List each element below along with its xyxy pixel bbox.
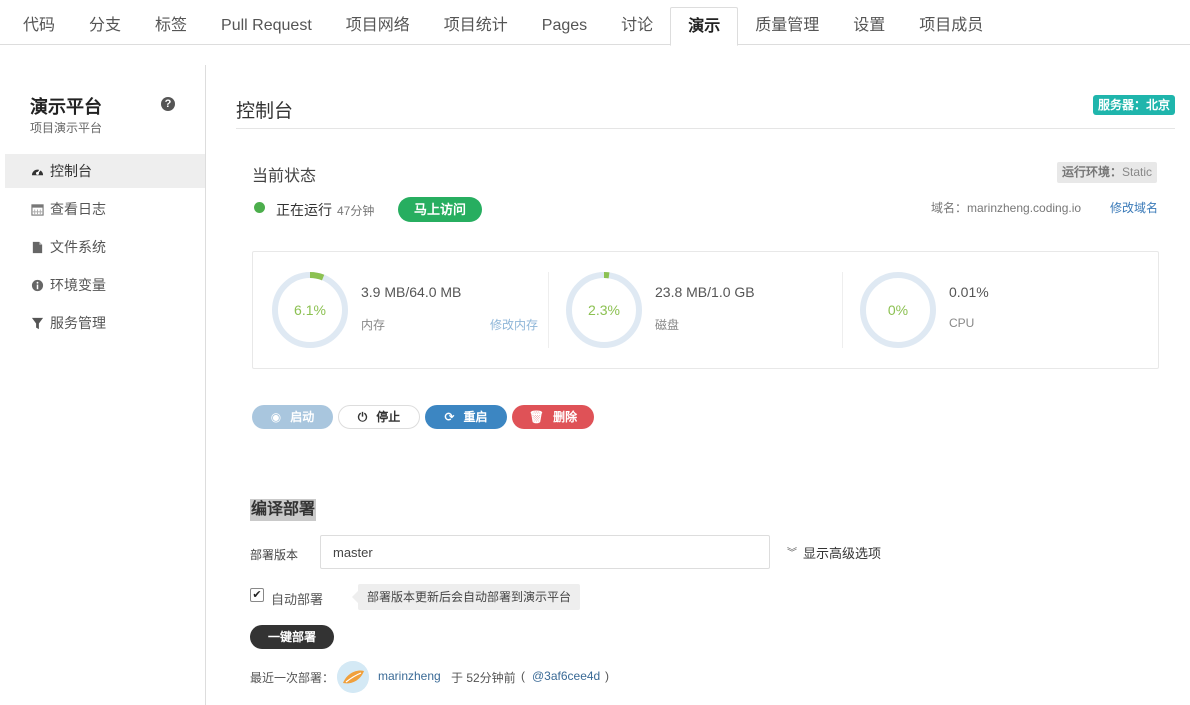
visit-now-button[interactable]: 马上访问 [398, 197, 482, 222]
last-deploy-label: 最近一次部署： [250, 671, 335, 685]
tab-branches[interactable]: 分支 [72, 7, 138, 45]
disk-stat: 2.3% 23.8 MB/1.0 GB 磁盘 [547, 252, 841, 368]
disk-label: 磁盘 [655, 318, 680, 332]
start-button[interactable]: ◉ 启动 [252, 405, 333, 429]
sidebar-item-env-vars[interactable]: 环境变量 [5, 268, 205, 302]
running-status-text: 正在运行 [276, 202, 332, 218]
tab-quality[interactable]: 质量管理 [738, 7, 836, 45]
env-badge-value: Static [1122, 165, 1153, 179]
resource-stats-panel: 6.1% 3.9 MB/64.0 MB 内存 修改内存 2.3% 23.8 MB… [252, 251, 1159, 369]
filter-icon [31, 317, 44, 330]
running-status-dot [254, 202, 265, 213]
tab-statistics[interactable]: 项目统计 [427, 7, 525, 45]
cpu-label: CPU [949, 316, 975, 330]
sidebar-item-label: 文件系统 [50, 239, 106, 255]
env-badge: 运行环境：Static [1057, 162, 1158, 183]
cpu-value: 0.01% [949, 284, 989, 300]
page-title: 控制台 [236, 101, 294, 122]
sidebar-item-console[interactable]: 控制台 [5, 154, 205, 188]
show-advanced-options-link[interactable]: 显示高级选项 [803, 543, 881, 562]
memory-stat: 6.1% 3.9 MB/64.0 MB 内存 修改内存 [253, 252, 548, 368]
tab-tags[interactable]: 标签 [138, 7, 204, 45]
memory-value: 3.9 MB/64.0 MB [361, 284, 462, 300]
restart-button[interactable]: ⟳ 重启 [425, 405, 507, 429]
paren-open: ( [521, 669, 525, 683]
tab-pull-request[interactable]: Pull Request [204, 7, 329, 45]
server-badge: 服务器：北京 [1093, 95, 1176, 115]
last-deploy-user-link[interactable]: marinzheng [378, 669, 441, 683]
avatar-image [337, 661, 369, 693]
info-circle-icon [31, 279, 44, 292]
title-divider [236, 128, 1175, 129]
tab-members[interactable]: 项目成员 [902, 7, 1000, 45]
uptime-text: 47分钟 [337, 204, 375, 218]
sidebar-item-filesystem[interactable]: 文件系统 [5, 230, 205, 264]
sidebar-menu: 控制台 查看日志 文件系统 环境变量 服务管理 [5, 154, 205, 344]
sidebar: 演示平台 ? 项目演示平台 控制台 查看日志 文件系统 环境变量 服务管理 [0, 65, 206, 705]
status-section-title: 当前状态 [252, 168, 317, 185]
cpu-stat: 0% 0.01% CPU [841, 252, 1141, 368]
delete-button[interactable]: 🗑 删除 [512, 405, 594, 429]
file-icon [32, 241, 43, 254]
last-deploy-time: 于 52分钟前 [451, 671, 516, 685]
cpu-percent: 0% [887, 302, 909, 318]
tab-demo[interactable]: 演示 [670, 7, 739, 46]
delete-button-label: 删除 [553, 410, 578, 424]
disk-value: 23.8 MB/1.0 GB [655, 284, 755, 300]
env-badge-label: 运行环境： [1062, 165, 1123, 179]
sidebar-title: 演示平台 [30, 97, 102, 117]
tab-list: 代码 分支 标签 Pull Request 项目网络 项目统计 Pages 讨论… [6, 7, 1000, 46]
auto-deploy-tooltip: 部署版本更新后会自动部署到演示平台 [351, 584, 581, 610]
project-tab-bar: 代码 分支 标签 Pull Request 项目网络 项目统计 Pages 讨论… [0, 0, 1190, 46]
dashboard-icon [31, 169, 44, 176]
memory-label: 内存 [361, 318, 386, 332]
deploy-section-title: 编译部署 [250, 499, 317, 521]
tab-discussion[interactable]: 讨论 [604, 7, 670, 45]
auto-deploy-label: 自动部署 [271, 592, 324, 607]
sidebar-item-label: 查看日志 [50, 201, 106, 217]
disk-percent: 2.3% [588, 302, 620, 318]
auto-deploy-checkbox[interactable]: ✔ [250, 588, 264, 602]
paren-close: ) [605, 669, 609, 683]
tab-pages[interactable]: Pages [525, 7, 604, 45]
start-button-label: 启动 [290, 410, 315, 424]
tab-code[interactable]: 代码 [6, 7, 72, 45]
edit-memory-link[interactable]: 修改内存 [490, 316, 538, 333]
chevron-double-down-icon: ︾ [787, 548, 797, 559]
deploy-version-input[interactable] [320, 535, 770, 569]
last-deploy-commit-link[interactable]: @3af6cee4d [532, 669, 600, 683]
restart-button-label: 重启 [463, 410, 488, 424]
tab-settings[interactable]: 设置 [836, 7, 902, 45]
stop-button[interactable]: ⏻ 停止 [338, 405, 420, 429]
memory-percent: 6.1% [294, 302, 326, 318]
domain-text: 域名：marinzheng.coding.io [931, 201, 1082, 215]
sidebar-item-label: 环境变量 [50, 277, 106, 293]
stop-button-label: 停止 [376, 410, 401, 424]
question-circle-icon[interactable]: ? [161, 97, 175, 111]
tab-network[interactable]: 项目网络 [329, 7, 427, 45]
deploy-version-label: 部署版本 [250, 548, 299, 562]
sidebar-item-service[interactable]: 服务管理 [5, 306, 205, 340]
play-circle-icon: ◉ [270, 410, 282, 424]
refresh-icon: ⟳ [444, 410, 455, 424]
sidebar-item-label: 控制台 [50, 163, 92, 179]
one-click-deploy-button[interactable]: 一键部署 [250, 625, 334, 649]
calendar-icon [31, 204, 44, 216]
sidebar-item-label: 服务管理 [50, 315, 106, 331]
power-icon: ⏻ [357, 410, 368, 424]
sidebar-item-logs[interactable]: 查看日志 [5, 192, 205, 226]
trash-icon: 🗑 [528, 410, 545, 424]
avatar[interactable] [337, 661, 369, 693]
edit-domain-link[interactable]: 修改域名 [1110, 199, 1158, 216]
sidebar-subtitle: 项目演示平台 [30, 121, 103, 135]
